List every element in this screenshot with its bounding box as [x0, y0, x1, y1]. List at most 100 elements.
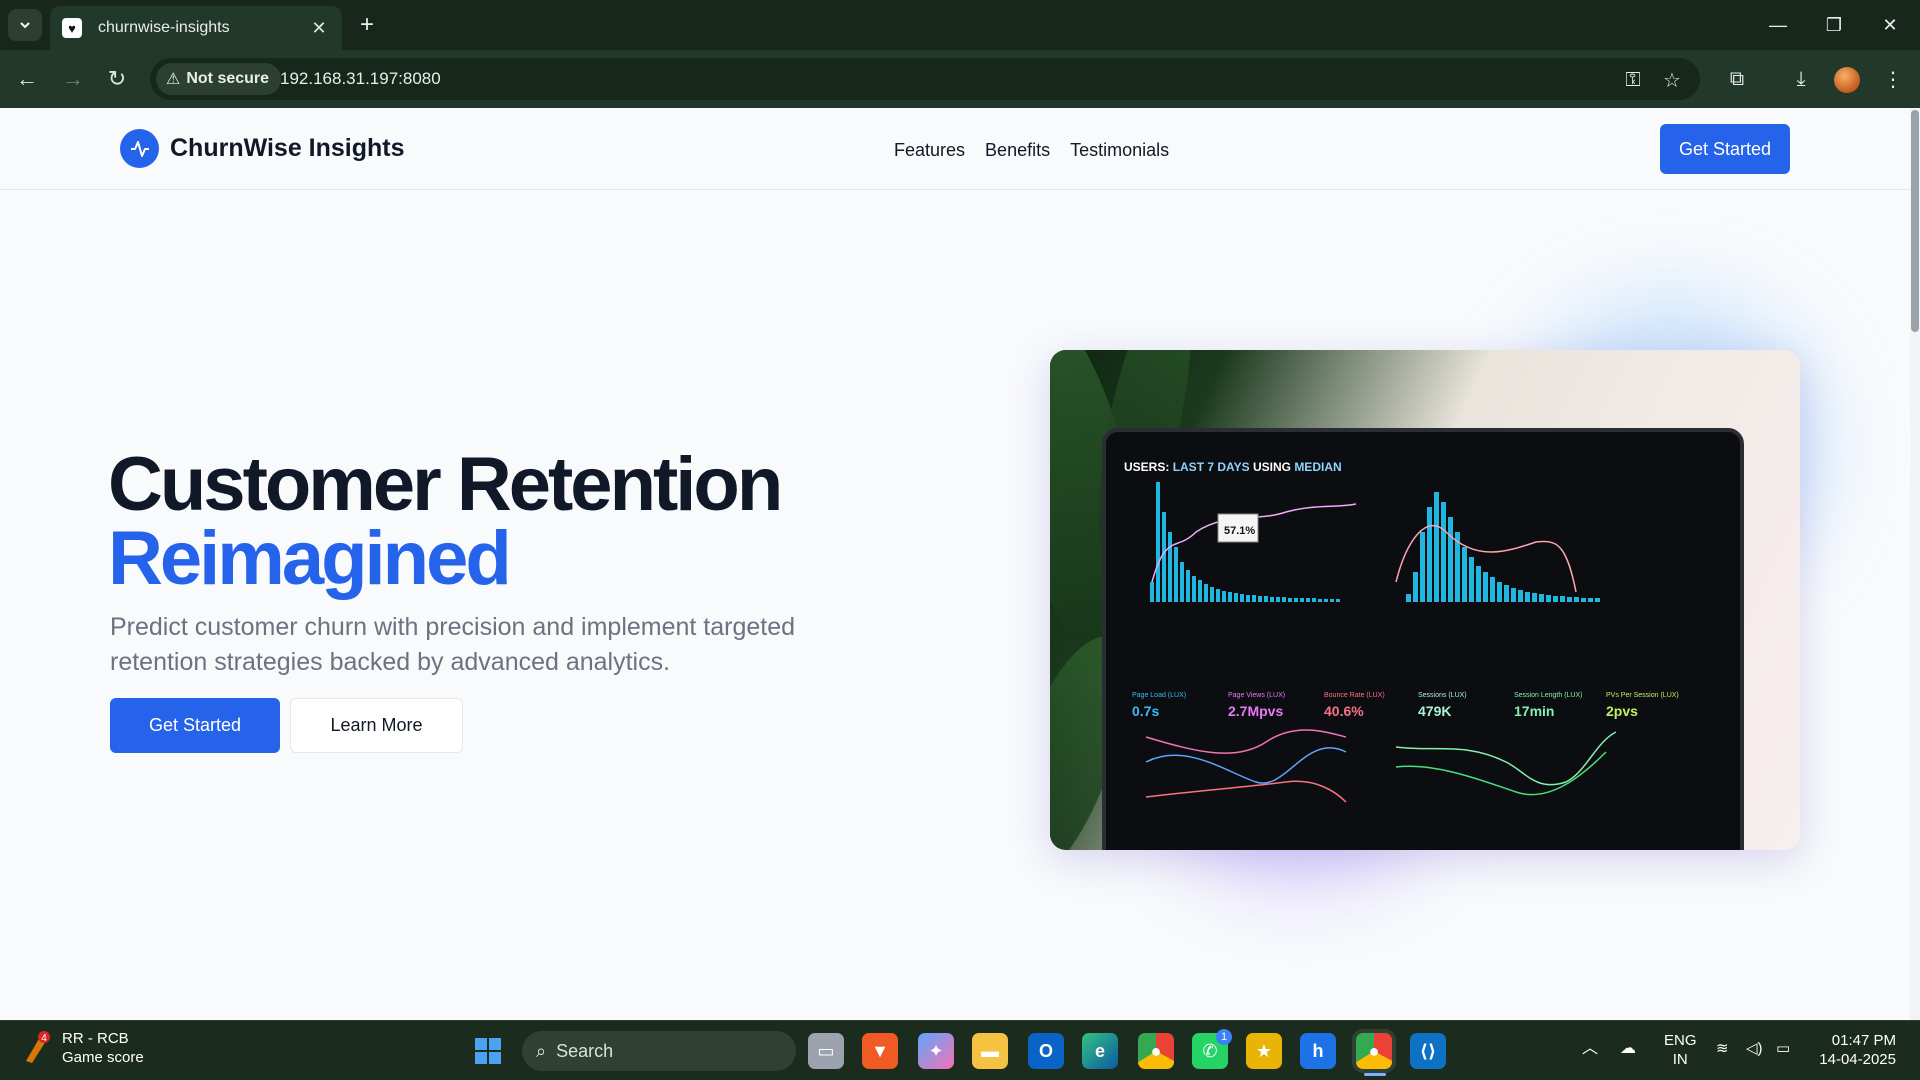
star-icon[interactable]: ☆: [1659, 67, 1685, 93]
volume-icon[interactable]: ◁): [1746, 1039, 1763, 1058]
key-icon[interactable]: ⚿: [1620, 67, 1646, 93]
pulse-icon[interactable]: [120, 129, 159, 168]
metric-label: PVs Per Session (LUX): [1606, 692, 1679, 699]
close-window-button[interactable]: ✕: [1870, 8, 1910, 42]
hero-dashboard-image: USERS: LAST 7 DAYS USING MEDIAN 57.1% Pa…: [1050, 350, 1800, 850]
histogram-bar: [1246, 595, 1250, 602]
new-tab-button[interactable]: +: [352, 10, 382, 40]
time: 01:47 PM: [1831, 1032, 1896, 1049]
hero-title-accent: Reimagined: [108, 516, 512, 601]
get-started-button[interactable]: Get Started: [110, 698, 280, 753]
histogram-bar: [1462, 547, 1467, 602]
task-view-icon[interactable]: ▭: [808, 1033, 844, 1069]
tab-search-button[interactable]: [8, 9, 42, 41]
histogram-bar: [1264, 596, 1268, 602]
metric-label: Bounce Rate (LUX): [1324, 692, 1385, 699]
forward-button[interactable]: →: [56, 62, 90, 96]
address-bar[interactable]: ⚠ Not secure 192.168.31.197:8080 ⚿ ☆: [150, 58, 1700, 100]
histogram-bar: [1282, 597, 1286, 602]
histogram-bar: [1150, 582, 1154, 602]
sports-widget[interactable]: 4 RR - RCB Game score: [20, 1029, 144, 1067]
cricket-icon: 4: [20, 1031, 50, 1065]
histogram-bar: [1306, 598, 1310, 602]
profile-avatar[interactable]: [1834, 67, 1860, 93]
edge-icon[interactable]: e: [1082, 1033, 1118, 1069]
histogram-bar: [1504, 585, 1509, 602]
lang-line1: ENG: [1664, 1032, 1697, 1049]
histogram-bar: [1581, 598, 1586, 602]
security-indicator[interactable]: ⚠ Not secure: [156, 63, 282, 95]
histogram-bar: [1483, 572, 1488, 602]
menu-icon[interactable]: ⋮: [1876, 62, 1910, 96]
reload-button[interactable]: ↻: [100, 62, 134, 96]
whatsapp-badge: 1: [1216, 1029, 1232, 1045]
histogram-bar: [1174, 547, 1178, 602]
wifi-icon[interactable]: ≋: [1716, 1039, 1729, 1058]
widget-badge: 4: [41, 1033, 47, 1044]
brand-name[interactable]: ChurnWise Insights: [170, 134, 405, 163]
battery-icon[interactable]: ▭: [1776, 1039, 1790, 1058]
nav-link-testimonials[interactable]: Testimonials: [1070, 140, 1169, 161]
security-label: Not secure: [186, 70, 270, 87]
clock[interactable]: 01:47 PM 14-04-2025: [1816, 1031, 1896, 1069]
lower-line-5: [1395, 751, 1607, 796]
file-explorer-icon[interactable]: ▬: [972, 1033, 1008, 1069]
language-indicator[interactable]: ENG IN: [1664, 1031, 1697, 1069]
brave-browser-icon[interactable]: ▼: [862, 1033, 898, 1069]
download-icon[interactable]: ⤓: [1784, 62, 1818, 96]
medal-icon[interactable]: ★: [1246, 1033, 1282, 1069]
histogram-bar: [1574, 597, 1579, 602]
metric-label: Page Views (LUX): [1228, 692, 1285, 699]
histogram-bar: [1546, 595, 1551, 602]
nav-link-features[interactable]: Features: [894, 140, 965, 161]
histogram-bar: [1300, 598, 1304, 602]
histogram-bar: [1258, 596, 1262, 602]
scrollbar-thumb[interactable]: [1911, 110, 1919, 332]
vscode-icon[interactable]: ⟨⟩: [1410, 1033, 1446, 1069]
chevron-down-icon: [20, 22, 30, 29]
windows-start-icon[interactable]: [470, 1033, 506, 1069]
metric-label: Page Load (LUX): [1132, 692, 1186, 699]
histogram-bar: [1312, 598, 1316, 602]
search-placeholder: Search: [556, 1040, 614, 1061]
lower-line-1: [1145, 747, 1347, 784]
chrome-icon[interactable]: ●: [1138, 1033, 1174, 1069]
taskbar: 4 RR - RCB Game score ⌕ Search ▭ ▼ ✦ ▬ O…: [0, 1020, 1920, 1080]
h-app-icon[interactable]: h: [1300, 1033, 1336, 1069]
onedrive-icon[interactable]: ☁: [1620, 1039, 1636, 1058]
histogram-bar: [1228, 592, 1232, 602]
browser-tab-active[interactable]: ♥ churnwise-insights ✕: [50, 6, 342, 50]
copilot-icon[interactable]: ✦: [918, 1033, 954, 1069]
histogram-bar: [1441, 502, 1446, 602]
histogram-bar: [1427, 507, 1432, 602]
histogram-bar: [1469, 557, 1474, 602]
chevron-up-icon[interactable]: ︿: [1582, 1039, 1598, 1058]
metric-value: 2.7Mpvs: [1228, 703, 1283, 719]
histogram-right: [1406, 492, 1600, 602]
close-icon[interactable]: ✕: [308, 18, 330, 39]
url-text[interactable]: 192.168.31.197:8080: [280, 69, 441, 89]
histogram-bar: [1168, 532, 1172, 602]
histogram-bar: [1180, 562, 1184, 602]
hero-title: Customer Retention Reimagined: [108, 447, 783, 601]
histogram-bar: [1156, 482, 1160, 602]
minimize-button[interactable]: —: [1758, 8, 1798, 42]
heart-icon: ♥: [62, 18, 82, 38]
histogram-bar: [1595, 598, 1600, 602]
browser-toolbar: ← → ↻ ⚠ Not secure 192.168.31.197:8080 ⚿…: [0, 50, 1920, 108]
header-get-started-button[interactable]: Get Started: [1660, 124, 1790, 174]
page-viewport: ChurnWise Insights Features Benefits Tes…: [0, 108, 1920, 1020]
restore-button[interactable]: ❐: [1814, 8, 1854, 42]
learn-more-button[interactable]: Learn More: [290, 698, 463, 753]
chrome-active-icon[interactable]: ●: [1356, 1033, 1392, 1069]
histogram-bar: [1567, 597, 1572, 602]
laptop-screen: USERS: LAST 7 DAYS USING MEDIAN 57.1% Pa…: [1102, 428, 1744, 850]
histogram-bar: [1448, 517, 1453, 602]
outlook-icon[interactable]: O: [1028, 1033, 1064, 1069]
lang-line2: IN: [1672, 1051, 1688, 1068]
extensions-icon[interactable]: ⧉: [1720, 62, 1754, 96]
nav-link-benefits[interactable]: Benefits: [985, 140, 1050, 161]
histogram-bar: [1240, 594, 1244, 602]
taskbar-search[interactable]: ⌕ Search: [522, 1031, 796, 1071]
back-button[interactable]: ←: [10, 62, 44, 96]
